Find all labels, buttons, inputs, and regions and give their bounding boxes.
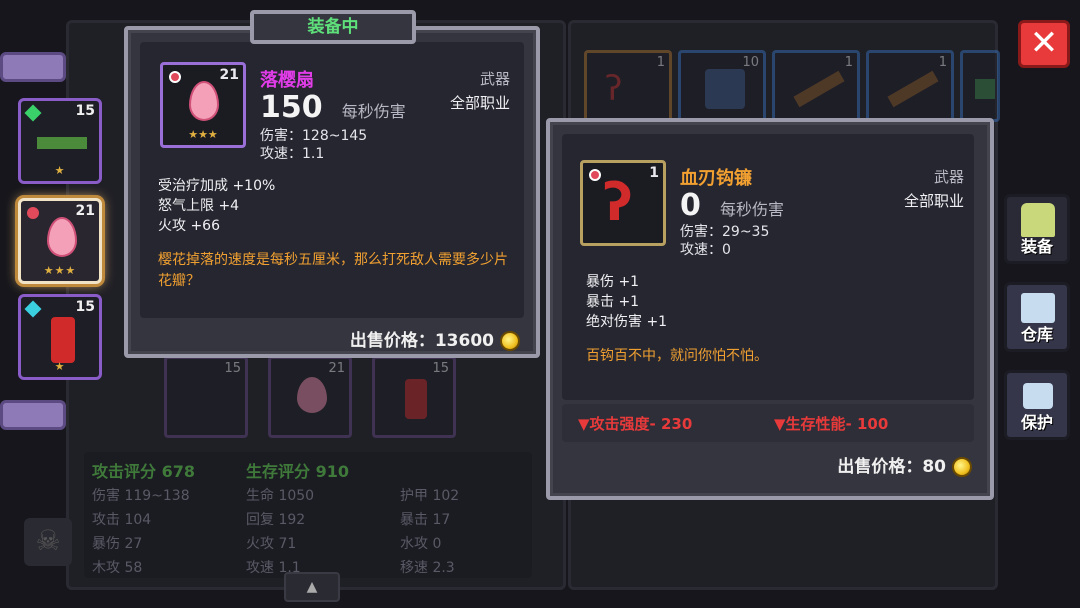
speed-stat: 攻速：0 bbox=[680, 242, 731, 258]
speed-stat: 攻速：1.1 bbox=[260, 146, 325, 162]
petal-icon bbox=[189, 81, 219, 121]
gun-icon bbox=[37, 137, 87, 149]
equipped-tooltip: 21 ★★★ 落樱扇 150 每秒伤害 伤害：128~145 攻速：1.1 武器… bbox=[124, 26, 540, 358]
arrow-up-icon: ▲ bbox=[306, 579, 318, 595]
green-gem-icon bbox=[24, 104, 42, 122]
diff-row: ▼攻击强度- 230 ▼生存性能- 100 bbox=[562, 404, 974, 442]
affix-list: 受治疗加成 +10% 怒气上限 +4 火攻 +66 bbox=[158, 178, 276, 234]
storage-tab-button[interactable]: 仓库 bbox=[1004, 282, 1070, 352]
item-type: 武器 bbox=[479, 70, 510, 88]
close-icon: ✕ bbox=[1029, 23, 1059, 63]
equipped-header-tab: 装备中 bbox=[250, 10, 416, 44]
inventory-slot[interactable]: 1 bbox=[866, 50, 954, 122]
coin-icon bbox=[952, 457, 972, 477]
inventory-slot[interactable]: 10 bbox=[678, 50, 766, 122]
equip-slot-fan[interactable]: 21 bbox=[268, 356, 352, 438]
attack-score: 攻击评分 678 bbox=[92, 462, 195, 481]
skull-icon: ☠ bbox=[35, 524, 61, 557]
compare-tooltip: 1 ʔ 血刃钩镰 0 每秒伤害 伤害：29~35 攻速：0 武器 全部职业 暴伤… bbox=[546, 118, 994, 500]
dps-value: 0 bbox=[680, 188, 701, 223]
diff-attack: ▼攻击强度- 230 bbox=[578, 415, 693, 433]
leaf-icon bbox=[975, 79, 995, 99]
damage-stat: 伤害：128~145 bbox=[260, 128, 368, 144]
petal-icon bbox=[47, 217, 77, 257]
red-gem-icon bbox=[589, 169, 601, 181]
survive-score: 生存评分 910 bbox=[246, 462, 349, 481]
petal-icon bbox=[297, 377, 327, 413]
dps-value: 150 bbox=[260, 90, 323, 125]
coin-icon bbox=[500, 331, 520, 351]
rifle-icon bbox=[887, 70, 939, 108]
item-class: 全部职业 bbox=[903, 192, 964, 210]
item-icon-box: 21 ★★★ bbox=[160, 62, 246, 148]
close-button[interactable]: ✕ bbox=[1018, 20, 1070, 68]
barrel-icon bbox=[705, 69, 745, 109]
inventory-slot[interactable]: 1 ʔ bbox=[584, 50, 672, 122]
affix-list: 暴伤 +1 暴击 +1 绝对伤害 +1 bbox=[586, 274, 668, 330]
extinguisher-icon bbox=[405, 379, 427, 419]
hook-icon: ʔ bbox=[605, 69, 623, 109]
flavor-text: 樱花掉落的速度是每秒五厘米，那么打死敌人需要多少片花瓣？ bbox=[158, 252, 508, 289]
stats-col-1: 伤害 119~138 攻击 104 暴伤 27 木攻 58 bbox=[92, 488, 190, 576]
skull-button[interactable]: ☠ bbox=[24, 518, 72, 566]
stats-panel: 攻击评分 678 生存评分 910 伤害 119~138 攻击 104 暴伤 27 木… bbox=[84, 452, 532, 578]
lock-icon bbox=[1023, 383, 1053, 409]
item-icon-box: 1 ʔ bbox=[580, 160, 666, 246]
equip-slot-extinguisher[interactable]: 15 bbox=[372, 356, 456, 438]
equip-slot-weapon2[interactable]: 15 bbox=[164, 356, 248, 438]
scroll-down-tab[interactable] bbox=[0, 400, 66, 430]
equip-slot-extinguisher[interactable]: 15 ★ bbox=[18, 294, 102, 380]
shirt-icon bbox=[1021, 203, 1055, 237]
protect-tab-button[interactable]: 保护 bbox=[1004, 370, 1070, 440]
dps-label: 每秒伤害 bbox=[719, 200, 784, 219]
item-name: 血刃钩镰 bbox=[680, 168, 752, 189]
flavor-text: 百钩百不中，就问你怕不怕。 bbox=[586, 348, 768, 364]
extinguisher-icon bbox=[51, 317, 75, 363]
cyan-gem-icon bbox=[24, 300, 42, 318]
equip-slot-gun[interactable]: 15 ★ bbox=[18, 98, 102, 184]
sell-price: 出售价格：13600 bbox=[350, 326, 520, 351]
diff-survive: ▼生存性能- 100 bbox=[774, 415, 889, 433]
hook-icon: ʔ bbox=[603, 173, 633, 233]
item-class: 全部职业 bbox=[449, 94, 510, 112]
red-gem-icon bbox=[27, 207, 39, 219]
stats-col-2: 生命 1050 回复 192 火攻 71 攻速 1.1 bbox=[246, 488, 315, 576]
dps-label: 每秒伤害 bbox=[341, 102, 406, 121]
item-name: 落樱扇 bbox=[260, 70, 314, 91]
equip-tab-button[interactable]: 装备 bbox=[1004, 194, 1070, 264]
inventory-slot[interactable] bbox=[960, 50, 1000, 122]
sell-price: 出售价格：80 bbox=[837, 452, 972, 477]
item-type: 武器 bbox=[933, 168, 964, 186]
expand-up-button[interactable]: ▲ bbox=[284, 572, 340, 602]
damage-stat: 伤害：29~35 bbox=[680, 224, 770, 240]
equip-slot-fan-selected[interactable]: 21 ★★★ bbox=[18, 198, 102, 284]
red-gem-icon bbox=[169, 71, 181, 83]
rifle-icon bbox=[793, 70, 845, 108]
stats-col-3: 护甲 102 暴击 17 水攻 0 移速 2.3 bbox=[400, 488, 460, 576]
storage-icon bbox=[1021, 293, 1055, 323]
scroll-up-tab[interactable] bbox=[0, 52, 66, 82]
inventory-slot[interactable]: 1 bbox=[772, 50, 860, 122]
